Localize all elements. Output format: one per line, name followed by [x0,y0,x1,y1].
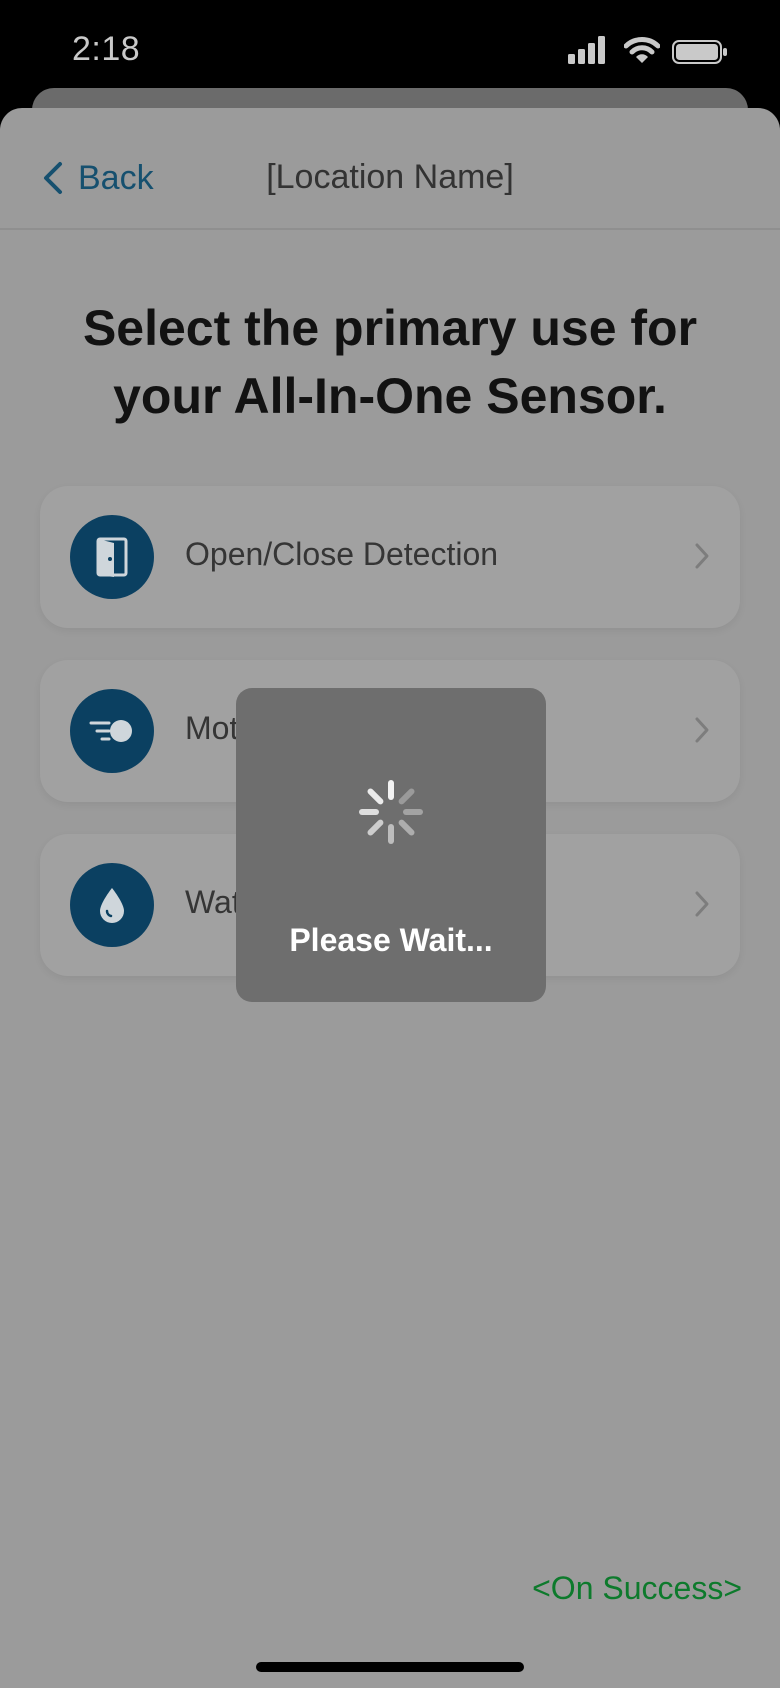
on-success-annotation: <On Success> [532,1570,742,1606]
option-open-close-detection[interactable]: Open/Close Detection [40,486,740,628]
loading-overlay: Please Wait... [236,688,546,1002]
status-bar: 2:18 [0,0,780,100]
option-label: Open/Close Detection [185,536,499,572]
water-drop-icon [70,863,154,947]
chevron-right-icon [695,891,709,917]
navigation-bar: Back [Location Name] [0,108,780,230]
wifi-icon [624,37,660,63]
motion-icon [70,689,154,773]
battery-icon [672,40,727,64]
nav-title: [Location Name] [266,158,514,196]
chevron-right-icon [695,717,709,743]
door-icon [70,515,154,599]
page-title: Select the primary use for your All-In-O… [82,300,698,424]
status-icons [568,36,728,66]
status-time: 2:18 [72,30,141,68]
spinner-icon [359,780,423,844]
loading-message: Please Wait... [289,922,493,958]
cellular-signal-icon [568,36,605,64]
chevron-right-icon [695,543,709,569]
home-indicator[interactable] [256,1662,524,1672]
